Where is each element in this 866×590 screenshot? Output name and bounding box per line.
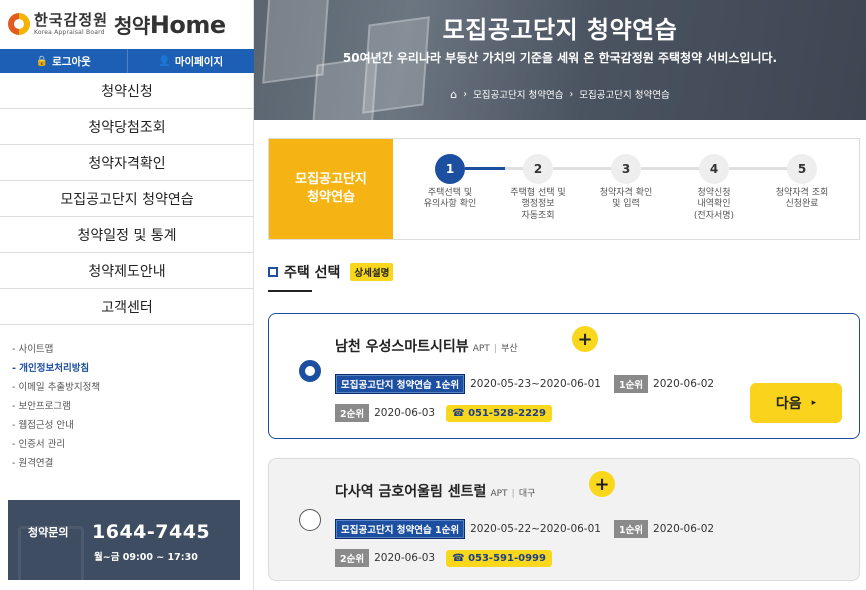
listing-name-row: 다사역 금호어울림 센트럴 APT | 대구 xyxy=(335,481,535,501)
breadcrumb-separator: › xyxy=(569,88,574,100)
details-button[interactable]: 상세설명 xyxy=(350,263,394,281)
mypage-label: 마이페이지 xyxy=(174,55,224,68)
contact-hours: 월~금 09:00 ~ 17:30 xyxy=(94,552,198,563)
section-header: 주택 선택 상세설명 xyxy=(268,262,394,282)
listing-type: APT xyxy=(472,344,490,354)
menu-win-check[interactable]: 청약당첨조회 xyxy=(0,109,254,145)
step-4-circle: 4 xyxy=(699,154,729,184)
rank1-date: 2020-06-02 xyxy=(653,523,715,535)
divider: | xyxy=(493,344,498,354)
main-menu: 청약신청 청약당첨조회 청약자격확인 모집공고단지 청약연습 청약일정 및 통계… xyxy=(0,73,254,325)
kab-logo-icon xyxy=(8,13,30,35)
contact-box: 청약문의 1644-7445 월~금 09:00 ~ 17:30 xyxy=(8,500,240,580)
phone-badge[interactable]: ☎ 053-591-0999 xyxy=(446,549,552,567)
link-accessibility[interactable]: - 웹접근성 안내 xyxy=(12,416,242,435)
rank2-badge: 2순위 xyxy=(335,549,370,567)
mypage-button[interactable]: 👤 마이페이지 xyxy=(126,49,254,73)
listing-region: 대구 xyxy=(518,489,536,499)
sidebar: 한국감정원 Korea Appraisal Board 청약Home 🔒 로그아… xyxy=(0,0,254,590)
step-3-circle: 3 xyxy=(611,154,641,184)
phone-badge[interactable]: ☎ 051-528-2229 xyxy=(446,404,552,422)
rank1-date: 2020-06-02 xyxy=(653,378,715,390)
person-icon: 👤 xyxy=(158,55,171,67)
expand-plus-button[interactable]: + xyxy=(589,471,615,497)
steps-title: 모집공고단지 청약연습 xyxy=(269,139,393,239)
breadcrumb-item-1[interactable]: 모집공고단지 청약연습 xyxy=(473,87,563,101)
practice-dates: 2020-05-22~2020-06-01 xyxy=(470,523,601,535)
logout-label: 로그아웃 xyxy=(52,55,91,68)
step-progress: 모집공고단지 청약연습 1 2 3 4 5 주택선택 및 유의사항 확인 주택형… xyxy=(268,138,860,240)
breadcrumb: ⌂ › 모집공고단지 청약연습 › 모집공고단지 청약연습 xyxy=(254,87,866,102)
page-title: 모집공고단지 청약연습 xyxy=(442,16,678,44)
contact-label: 청약문의 xyxy=(28,526,69,539)
divider: | xyxy=(511,489,515,499)
step-connector xyxy=(465,167,505,170)
contact-phone: 1644-7445 xyxy=(92,521,211,543)
link-certificate[interactable]: - 인증서 관리 xyxy=(12,435,242,454)
step-1-label: 주택선택 및 유의사항 확인 xyxy=(423,188,477,210)
section-title: 주택 선택 xyxy=(284,265,341,281)
rank1-badge: 1순위 xyxy=(613,375,649,393)
site-logo[interactable]: 한국감정원 Korea Appraisal Board 청약Home xyxy=(8,6,226,42)
menu-system-guide[interactable]: 청약제도안내 xyxy=(0,253,254,289)
rank2-date: 2020-06-03 xyxy=(374,552,436,564)
link-security-program[interactable]: - 보안프로그램 xyxy=(12,397,242,416)
menu-customer-center[interactable]: 고객센터 xyxy=(0,289,254,325)
lock-icon: 🔒 xyxy=(35,55,49,67)
breadcrumb-item-2[interactable]: 모집공고단지 청약연습 xyxy=(579,87,669,101)
step-1-circle: 1 xyxy=(435,154,465,184)
page-subtitle: 50여년간 우리나라 부동산 가치의 기준을 세워 온 한국감정원 주택청약 서… xyxy=(342,51,778,65)
step-4-label: 청약신청 내역확인 (전자서명) xyxy=(693,188,735,221)
listing-radio[interactable] xyxy=(299,509,321,531)
listing-schedule-2: 2순위 2020-06-03 ☎ 053-591-0999 xyxy=(335,549,552,567)
rank2-badge: 2순위 xyxy=(335,404,370,422)
next-label: 다음 xyxy=(775,396,802,412)
user-bar: 🔒 로그아웃 👤 마이페이지 xyxy=(0,49,254,73)
arrow-right-icon: ▸ xyxy=(811,398,817,408)
listing-card[interactable]: 남천 우성스마트시티뷰 APT | 부산 + 모집공고단지 청약연습 1순위 2… xyxy=(268,313,860,439)
step-2-circle: 2 xyxy=(523,154,553,184)
listing-name: 남천 우성스마트시티뷰 xyxy=(335,339,469,355)
listing-type: APT xyxy=(490,489,508,499)
next-button[interactable]: 다음 ▸ xyxy=(750,383,842,423)
rank1-badge: 1순위 xyxy=(613,520,649,538)
step-5-label: 청약자격 조회 신청완료 xyxy=(775,188,829,210)
rank2-date: 2020-06-03 xyxy=(374,407,436,419)
step-3-label: 청약자격 확인 및 입력 xyxy=(599,188,653,210)
brand-part-2: Home xyxy=(149,10,226,39)
brand-name: 청약Home xyxy=(114,10,226,39)
expand-plus-button[interactable]: + xyxy=(572,326,598,352)
page-banner: 모집공고단지 청약연습 50여년간 우리나라 부동산 가치의 기준을 세워 온 … xyxy=(254,0,866,120)
link-remote[interactable]: - 원격연결 xyxy=(12,454,242,473)
step-2-label: 주택형 선택 및 행정정보 자동조회 xyxy=(510,188,566,221)
link-privacy-policy[interactable]: - 개인정보처리방침 xyxy=(12,359,242,378)
menu-eligibility[interactable]: 청약자격확인 xyxy=(0,145,254,181)
menu-apply[interactable]: 청약신청 xyxy=(0,73,254,109)
listing-radio-selected[interactable] xyxy=(299,360,321,382)
logo-korean: 한국감정원 xyxy=(34,10,109,29)
link-sitemap[interactable]: - 사이트맵 xyxy=(12,340,242,359)
link-email-policy[interactable]: - 이메일 추출방지정책 xyxy=(12,378,242,397)
listing-region: 부산 xyxy=(501,344,518,354)
practice-badge: 모집공고단지 청약연습 1순위 xyxy=(335,519,466,539)
listing-name-row: 남천 우성스마트시티뷰 APT | 부산 xyxy=(335,336,518,356)
practice-badge: 모집공고단지 청약연습 1순위 xyxy=(335,374,466,394)
logout-button[interactable]: 🔒 로그아웃 xyxy=(0,49,127,73)
practice-dates: 2020-05-23~2020-06-01 xyxy=(470,378,601,390)
section-underline xyxy=(268,290,312,292)
listing-card[interactable]: 다사역 금호어울림 센트럴 APT | 대구 + 모집공고단지 청약연습 1순위… xyxy=(268,458,860,581)
listing-name: 다사역 금호어울림 센트럴 xyxy=(335,484,487,500)
menu-practice[interactable]: 모집공고단지 청약연습 xyxy=(0,181,254,217)
menu-schedule-stats[interactable]: 청약일정 및 통계 xyxy=(0,217,254,253)
footer-links: - 사이트맵 - 개인정보처리방침 - 이메일 추출방지정책 - 보안프로그램 … xyxy=(12,340,242,473)
home-icon[interactable]: ⌂ xyxy=(450,88,457,101)
logo-english: Korea Appraisal Board xyxy=(34,28,105,36)
step-5-circle: 5 xyxy=(787,154,817,184)
breadcrumb-separator: › xyxy=(463,88,468,100)
listing-schedule: 모집공고단지 청약연습 1순위 2020-05-23~2020-06-01 1순… xyxy=(335,374,714,394)
listing-schedule-2: 2순위 2020-06-03 ☎ 051-528-2229 xyxy=(335,404,552,422)
brand-part-1: 청약 xyxy=(114,13,150,38)
listing-schedule: 모집공고단지 청약연습 1순위 2020-05-22~2020-06-01 1순… xyxy=(335,519,714,539)
square-bullet-icon xyxy=(268,267,278,277)
